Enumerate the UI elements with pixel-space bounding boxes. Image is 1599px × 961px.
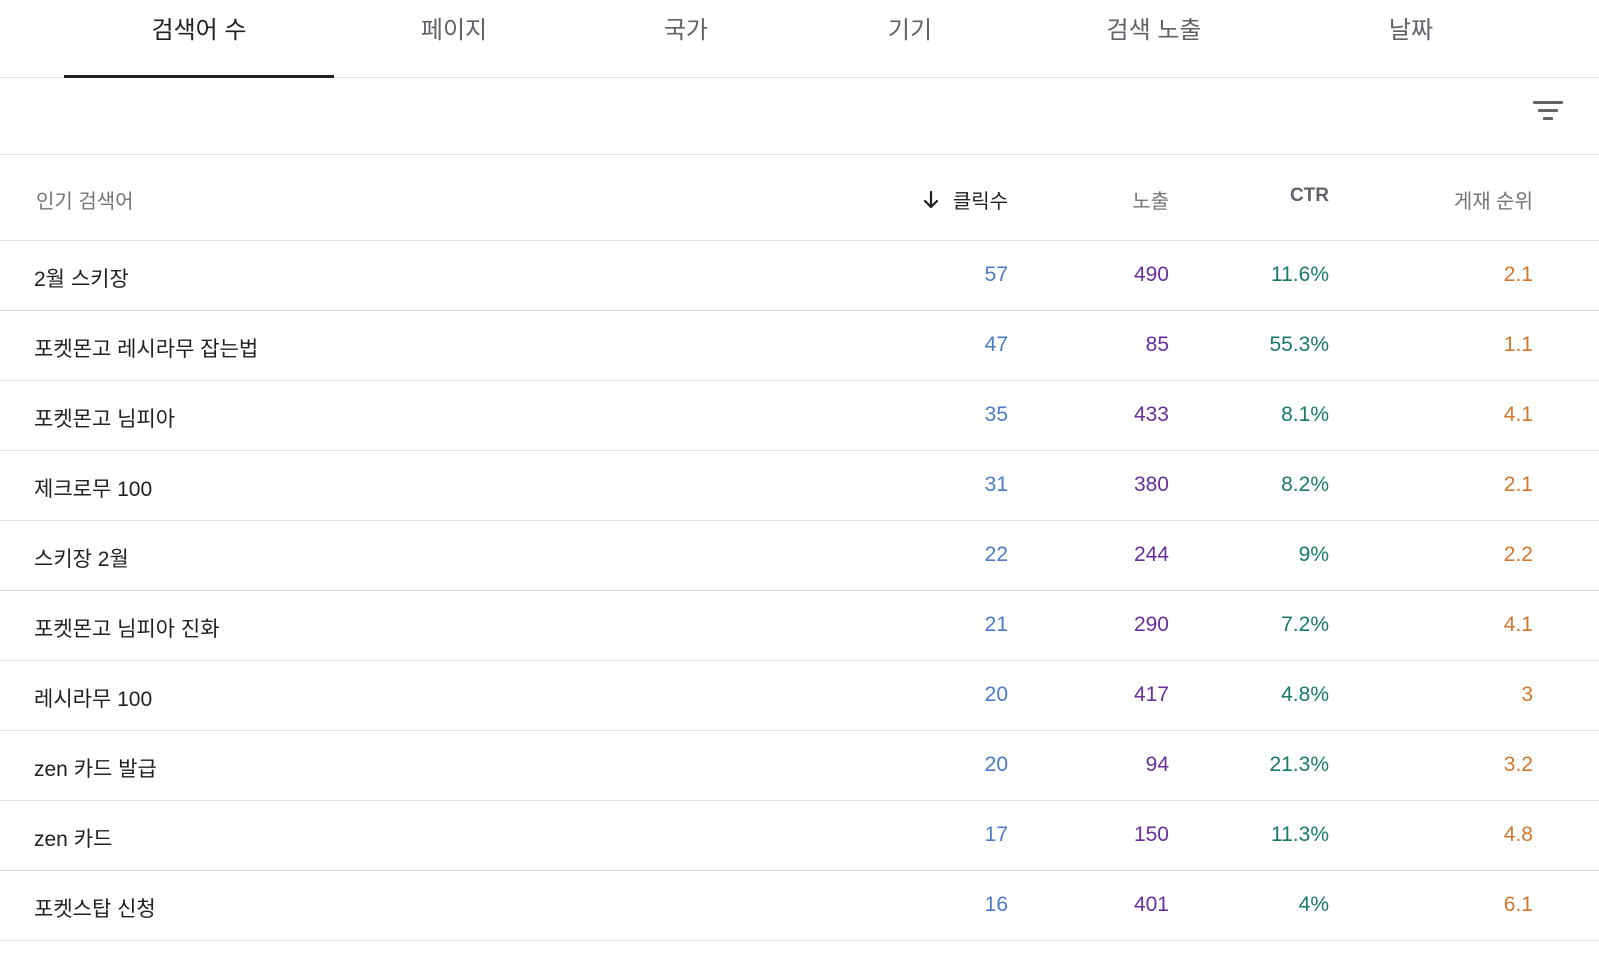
impressions-cell: 417 bbox=[1133, 683, 1169, 706]
filter-bar bbox=[0, 78, 1599, 155]
query-cell: 포켓몬고 레시라무 잡는법 bbox=[34, 338, 259, 361]
position-cell: 2.2 bbox=[1503, 543, 1533, 566]
position-cell: 3.2 bbox=[1503, 753, 1533, 776]
tab-search-appearance[interactable]: 검색 노출 bbox=[1022, 0, 1286, 77]
ctr-cell: 11.3% bbox=[1271, 823, 1329, 846]
clicks-cell: 20 bbox=[984, 683, 1008, 706]
query-cell: 스키장 2월 bbox=[34, 548, 129, 571]
position-cell: 4.1 bbox=[1503, 613, 1533, 636]
query-cell: 2월 스키장 bbox=[34, 268, 129, 291]
tab-devices[interactable]: 기기 bbox=[798, 0, 1022, 77]
tab-countries[interactable]: 국가 bbox=[574, 0, 798, 77]
impressions-cell: 433 bbox=[1133, 403, 1169, 426]
tab-queries[interactable]: 검색어 수 bbox=[64, 0, 334, 78]
impressions-cell: 290 bbox=[1133, 613, 1169, 636]
table-row[interactable]: 스키장 2월 22 244 9% 2.2 bbox=[0, 521, 1599, 591]
table-row[interactable]: 레시라무 100 20 417 4.8% 3 bbox=[0, 661, 1599, 731]
position-cell: 1.1 bbox=[1503, 333, 1533, 356]
tab-label: 기기 bbox=[887, 17, 933, 44]
header-impressions[interactable]: 노출 bbox=[1132, 185, 1169, 214]
tab-label: 검색 노출 bbox=[1106, 17, 1202, 44]
tab-pages[interactable]: 페이지 bbox=[334, 0, 574, 77]
tab-label: 국가 bbox=[663, 17, 709, 44]
impressions-cell: 490 bbox=[1133, 263, 1169, 286]
impressions-cell: 380 bbox=[1133, 473, 1169, 496]
ctr-cell: 9% bbox=[1298, 543, 1329, 566]
table-row[interactable]: zen 카드 17 150 11.3% 4.8 bbox=[0, 801, 1599, 871]
header-query[interactable]: 인기 검색어 bbox=[36, 185, 134, 214]
table-row[interactable]: 포켓몬고 레시라무 잡는법 47 85 55.3% 1.1 bbox=[0, 311, 1599, 381]
impressions-cell: 401 bbox=[1133, 893, 1169, 916]
table-row[interactable]: 제크로무 100 31 380 8.2% 2.1 bbox=[0, 451, 1599, 521]
header-clicks-label: 클릭수 bbox=[952, 191, 1008, 213]
table-row[interactable]: 포켓몬고 님피아 진화 21 290 7.2% 4.1 bbox=[0, 591, 1599, 661]
table-header: 인기 검색어 클릭수 노출 CTR 게재 순위 bbox=[0, 155, 1599, 241]
filter-icon[interactable] bbox=[1533, 101, 1563, 129]
query-cell: 레시라무 100 bbox=[34, 688, 153, 711]
query-cell: 포켓몬고 님피아 진화 bbox=[34, 618, 220, 641]
table-row[interactable]: 포켓몬고 님피아 35 433 8.1% 4.1 bbox=[0, 381, 1599, 451]
query-cell: zen 카드 bbox=[34, 828, 113, 851]
header-clicks[interactable]: 클릭수 bbox=[923, 185, 1008, 214]
table-row[interactable]: 포켓스탑 신청 16 401 4% 6.1 bbox=[0, 871, 1599, 941]
table-row[interactable]: 2월 스키장 57 490 11.6% 2.1 bbox=[0, 241, 1599, 311]
clicks-cell: 17 bbox=[984, 823, 1008, 846]
clicks-cell: 57 bbox=[984, 263, 1008, 286]
query-cell: 포켓스탑 신청 bbox=[34, 898, 156, 921]
header-position[interactable]: 게재 순위 bbox=[1454, 185, 1533, 214]
ctr-cell: 21.3% bbox=[1269, 753, 1329, 776]
impressions-cell: 85 bbox=[1145, 333, 1169, 356]
tab-dates[interactable]: 날짜 bbox=[1286, 0, 1536, 77]
ctr-cell: 8.1% bbox=[1281, 403, 1329, 426]
tab-label: 날짜 bbox=[1388, 17, 1434, 44]
impressions-cell: 94 bbox=[1145, 753, 1169, 776]
clicks-cell: 20 bbox=[984, 753, 1008, 776]
clicks-cell: 31 bbox=[984, 473, 1008, 496]
position-cell: 2.1 bbox=[1503, 473, 1533, 496]
query-cell: zen 카드 발급 bbox=[34, 758, 157, 781]
clicks-cell: 35 bbox=[984, 403, 1008, 426]
impressions-cell: 244 bbox=[1133, 543, 1169, 566]
clicks-cell: 22 bbox=[984, 543, 1008, 566]
position-cell: 4.8 bbox=[1503, 823, 1533, 846]
query-cell: 제크로무 100 bbox=[34, 478, 153, 501]
table-body: 2월 스키장 57 490 11.6% 2.1 포켓몬고 레시라무 잡는법 47… bbox=[0, 241, 1599, 941]
position-cell: 6.1 bbox=[1503, 893, 1533, 916]
clicks-cell: 47 bbox=[984, 333, 1008, 356]
query-cell: 포켓몬고 님피아 bbox=[34, 408, 176, 431]
ctr-cell: 11.6% bbox=[1271, 263, 1329, 286]
arrow-down-icon bbox=[923, 190, 938, 208]
ctr-cell: 55.3% bbox=[1269, 333, 1329, 356]
tab-label: 페이지 bbox=[420, 17, 488, 44]
ctr-cell: 7.2% bbox=[1281, 613, 1329, 636]
header-ctr[interactable]: CTR bbox=[1290, 185, 1329, 207]
position-cell: 2.1 bbox=[1503, 263, 1533, 286]
ctr-cell: 4% bbox=[1298, 893, 1329, 916]
position-cell: 3 bbox=[1521, 683, 1533, 706]
ctr-cell: 8.2% bbox=[1281, 473, 1329, 496]
clicks-cell: 16 bbox=[984, 893, 1008, 916]
impressions-cell: 150 bbox=[1133, 823, 1169, 846]
clicks-cell: 21 bbox=[984, 613, 1008, 636]
ctr-cell: 4.8% bbox=[1281, 683, 1329, 706]
table-row[interactable]: zen 카드 발급 20 94 21.3% 3.2 bbox=[0, 731, 1599, 801]
position-cell: 4.1 bbox=[1503, 403, 1533, 426]
tab-bar: 검색어 수 페이지 국가 기기 검색 노출 날짜 bbox=[0, 0, 1599, 78]
tab-label: 검색어 수 bbox=[151, 17, 247, 44]
